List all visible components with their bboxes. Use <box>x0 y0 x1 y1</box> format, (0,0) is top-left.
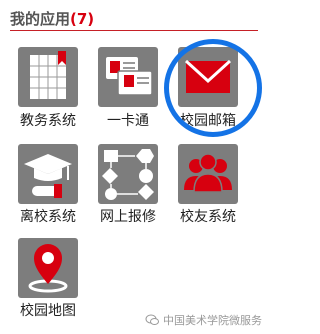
map-pin-icon <box>18 238 78 298</box>
app-label: 离校系统 <box>20 209 76 225</box>
app-label: 教务系统 <box>20 113 76 129</box>
app-count: (7) <box>70 10 95 28</box>
graduation-icon <box>18 144 78 204</box>
wechat-icon <box>145 314 159 325</box>
watermark: 中国美术学院微服务 <box>145 312 262 328</box>
section-title-text: 我的应用 <box>10 10 71 28</box>
calendar-icon <box>18 47 78 107</box>
highlight-circle <box>164 39 262 137</box>
app-label: 校园地图 <box>20 303 76 319</box>
section-title: 我的应用(7) <box>10 8 94 29</box>
watermark-text: 中国美术学院微服务 <box>163 314 262 327</box>
app-label: 一卡通 <box>107 113 149 129</box>
section-header: 我的应用(7) <box>10 6 258 31</box>
app-label: 校友系统 <box>180 209 236 225</box>
flowchart-icon <box>98 144 158 204</box>
people-icon <box>178 144 238 204</box>
card-icon <box>98 47 158 107</box>
app-label: 网上报修 <box>100 209 156 225</box>
